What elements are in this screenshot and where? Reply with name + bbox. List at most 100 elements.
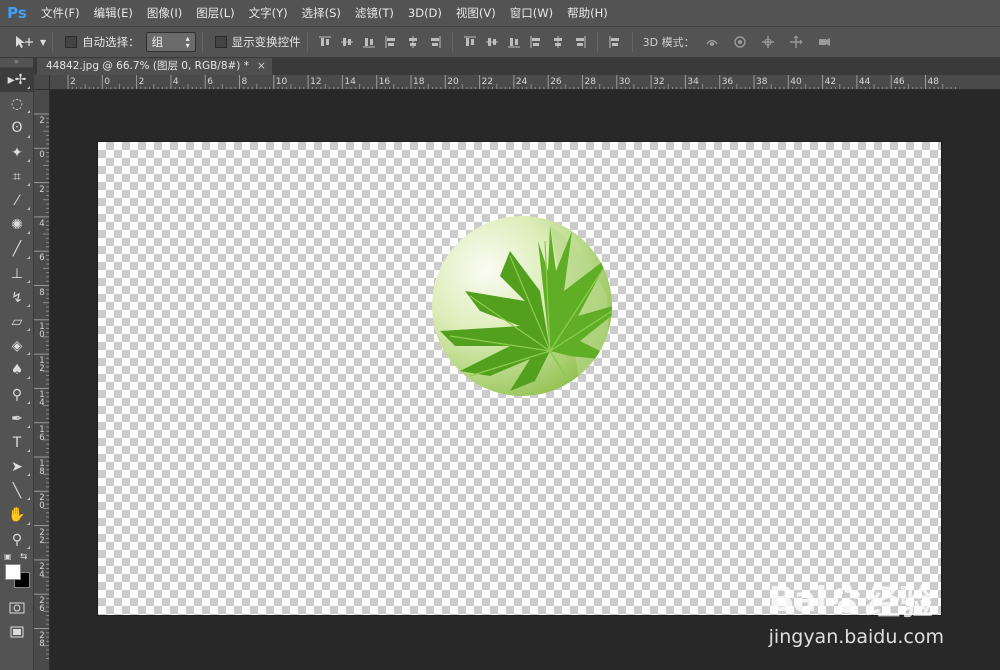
- screen-mode-button[interactable]: [0, 620, 34, 644]
- type-tool-icon: T: [12, 434, 22, 451]
- canvas-area[interactable]: [50, 90, 1000, 670]
- slide-3d-icon: [789, 35, 802, 48]
- divider: [631, 32, 633, 52]
- document-canvas[interactable]: [98, 142, 941, 615]
- move-tool-icon: [16, 36, 33, 48]
- line-tool[interactable]: ╲: [0, 479, 34, 503]
- menu-item[interactable]: 窗口(W): [503, 0, 560, 26]
- auto-align-layers-icon: [609, 36, 619, 48]
- align-left-edges-icon: [385, 36, 395, 48]
- paint-bucket-tool-icon: ◈: [11, 338, 23, 355]
- tool-preset-picker[interactable]: ▼: [14, 35, 46, 49]
- flyout-indicator: [27, 255, 30, 259]
- show-transform-checkbox[interactable]: 显示变换控件: [214, 34, 301, 50]
- eraser-tool[interactable]: ▱: [0, 310, 34, 334]
- default-colors-icon[interactable]: ▣: [4, 552, 12, 561]
- distribute-right-edges-button[interactable]: [571, 33, 589, 51]
- healing-brush-tool-icon: ✺: [11, 217, 23, 234]
- ruler-origin[interactable]: [34, 75, 50, 90]
- pan-3d-button[interactable]: [759, 33, 777, 51]
- eyedropper-tool[interactable]: ⁄: [0, 189, 34, 213]
- rotate-3d-button[interactable]: [703, 33, 721, 51]
- checkbox-box[interactable]: [214, 36, 227, 48]
- hand-tool[interactable]: ✋: [0, 503, 34, 527]
- foreground-color-swatch[interactable]: [5, 563, 21, 580]
- lasso-tool[interactable]: ʘ: [0, 116, 34, 140]
- path-selection-tool[interactable]: ➤: [0, 455, 34, 479]
- flyout-indicator: [27, 134, 30, 138]
- align-right-edges-button[interactable]: [426, 33, 444, 51]
- distribute-vertical-centers-icon: [485, 38, 498, 46]
- ruler-label: 38: [756, 77, 768, 87]
- type-tool[interactable]: T: [0, 431, 34, 455]
- distribute-bottom-edges-button[interactable]: [505, 33, 523, 51]
- distribute-top-edges-button[interactable]: [461, 33, 479, 51]
- slide-3d-button[interactable]: [787, 33, 805, 51]
- scale-3d-button[interactable]: [815, 33, 833, 51]
- close-icon[interactable]: ×: [257, 58, 266, 75]
- history-brush-tool[interactable]: ↯: [0, 286, 34, 310]
- auto-align-layers-button[interactable]: [606, 33, 624, 51]
- panel-grip[interactable]: »: [0, 58, 33, 68]
- divider: [596, 32, 598, 52]
- blur-tool[interactable]: ♠: [0, 358, 34, 382]
- marquee-tool[interactable]: ◌: [0, 92, 34, 116]
- brush-tool-icon: ╱: [12, 241, 22, 258]
- align-horizontal-centers-button[interactable]: [404, 33, 422, 51]
- crop-tool[interactable]: ⌗: [0, 165, 34, 189]
- menu-item[interactable]: 选择(S): [295, 0, 348, 26]
- tools-panel: » ▸✢ ◌ ʘ ✦ ⌗ ⁄ ✺ ╱ ⊥ ↯ ▱ ◈ ♠ ⚲ ✒ T ➤ ╲ ✋ ⚲ ▣ ⇆: [0, 58, 34, 670]
- flyout-indicator: [27, 328, 30, 332]
- menu-item[interactable]: 文件(F): [34, 0, 87, 26]
- menu-bar: Ps 文件(F) 编辑(E) 图像(I) 图层(L) 文字(Y) 选择(S) 滤镜(T) 3D…: [0, 0, 1000, 26]
- horizontal-ruler[interactable]: 2 0 2 4 6 8 10 12 14 16 18 20 22 24 26 28 30 32 34 36 38 40 42…: [34, 75, 1000, 90]
- clone-stamp-tool[interactable]: ⊥: [0, 262, 34, 286]
- align-vertical-centers-button[interactable]: [338, 33, 356, 51]
- ruler-label: 22: [482, 77, 493, 87]
- brush-tool[interactable]: ╱: [0, 237, 34, 261]
- vertical-ruler[interactable]: 2 0 2 4 6 8 1 0 1 2 1 4 1 6 1 8 2 0 2 2 2 4 2 6 2 8: [34, 90, 50, 670]
- move-tool[interactable]: ▸✢: [0, 68, 34, 93]
- checkbox-box[interactable]: [65, 36, 78, 48]
- magic-wand-tool[interactable]: ✦: [0, 141, 34, 165]
- flyout-indicator: [27, 376, 30, 380]
- menu-item[interactable]: 滤镜(T): [348, 0, 401, 26]
- zoom-tool-icon: ⚲: [11, 531, 23, 548]
- distribute-horizontal-centers-button[interactable]: [549, 33, 567, 51]
- document-tab[interactable]: 44842.jpg @ 66.7% (图层 0, RGB/8#) * ×: [37, 58, 272, 75]
- ruler-label: 44: [859, 77, 871, 87]
- align-top-edges-button[interactable]: [316, 33, 334, 51]
- healing-brush-tool[interactable]: ✺: [0, 213, 34, 237]
- distribute-horizontal-centers-icon: [553, 36, 562, 48]
- menu-item[interactable]: 编辑(E): [87, 0, 140, 26]
- roll-3d-icon: [733, 36, 746, 48]
- auto-select-dropdown[interactable]: 组 ▴ ▾: [145, 32, 196, 52]
- zoom-tool[interactable]: ⚲: [0, 528, 34, 552]
- ruler-label: 4: [173, 77, 179, 87]
- roll-3d-button[interactable]: [731, 33, 749, 51]
- quick-mask-button[interactable]: [0, 596, 34, 620]
- swap-colors-icon[interactable]: ⇆: [20, 552, 28, 562]
- dodge-tool[interactable]: ⚲: [0, 382, 34, 406]
- distribute-vertical-centers-button[interactable]: [483, 33, 501, 51]
- menu-item[interactable]: 文字(Y): [242, 0, 295, 26]
- distribute-left-edges-icon: [530, 36, 540, 48]
- menu-item[interactable]: 图层(L): [189, 0, 241, 26]
- menu-item[interactable]: 3D(D): [401, 0, 449, 26]
- distribute-left-edges-button[interactable]: [527, 33, 545, 51]
- menu-item[interactable]: 视图(V): [449, 0, 503, 26]
- ruler-label: 2: [70, 77, 76, 87]
- align-left-edges-button[interactable]: [382, 33, 400, 51]
- align-bottom-edges-button[interactable]: [360, 33, 378, 51]
- ruler-label: 6: [39, 253, 45, 264]
- pen-tool[interactable]: ✒: [0, 407, 34, 431]
- auto-select-checkbox[interactable]: 自动选择：: [65, 34, 140, 50]
- screen-mode-icon: [10, 626, 24, 638]
- paint-bucket-tool[interactable]: ◈: [0, 334, 34, 358]
- lasso-tool-icon: ʘ: [11, 120, 23, 137]
- menu-item[interactable]: 图像(I): [140, 0, 189, 26]
- history-brush-tool-icon: ↯: [11, 289, 23, 306]
- menu-item[interactable]: 帮助(H): [560, 0, 615, 26]
- pen-tool-icon: ✒: [11, 410, 23, 427]
- scale-3d-icon: [818, 38, 830, 46]
